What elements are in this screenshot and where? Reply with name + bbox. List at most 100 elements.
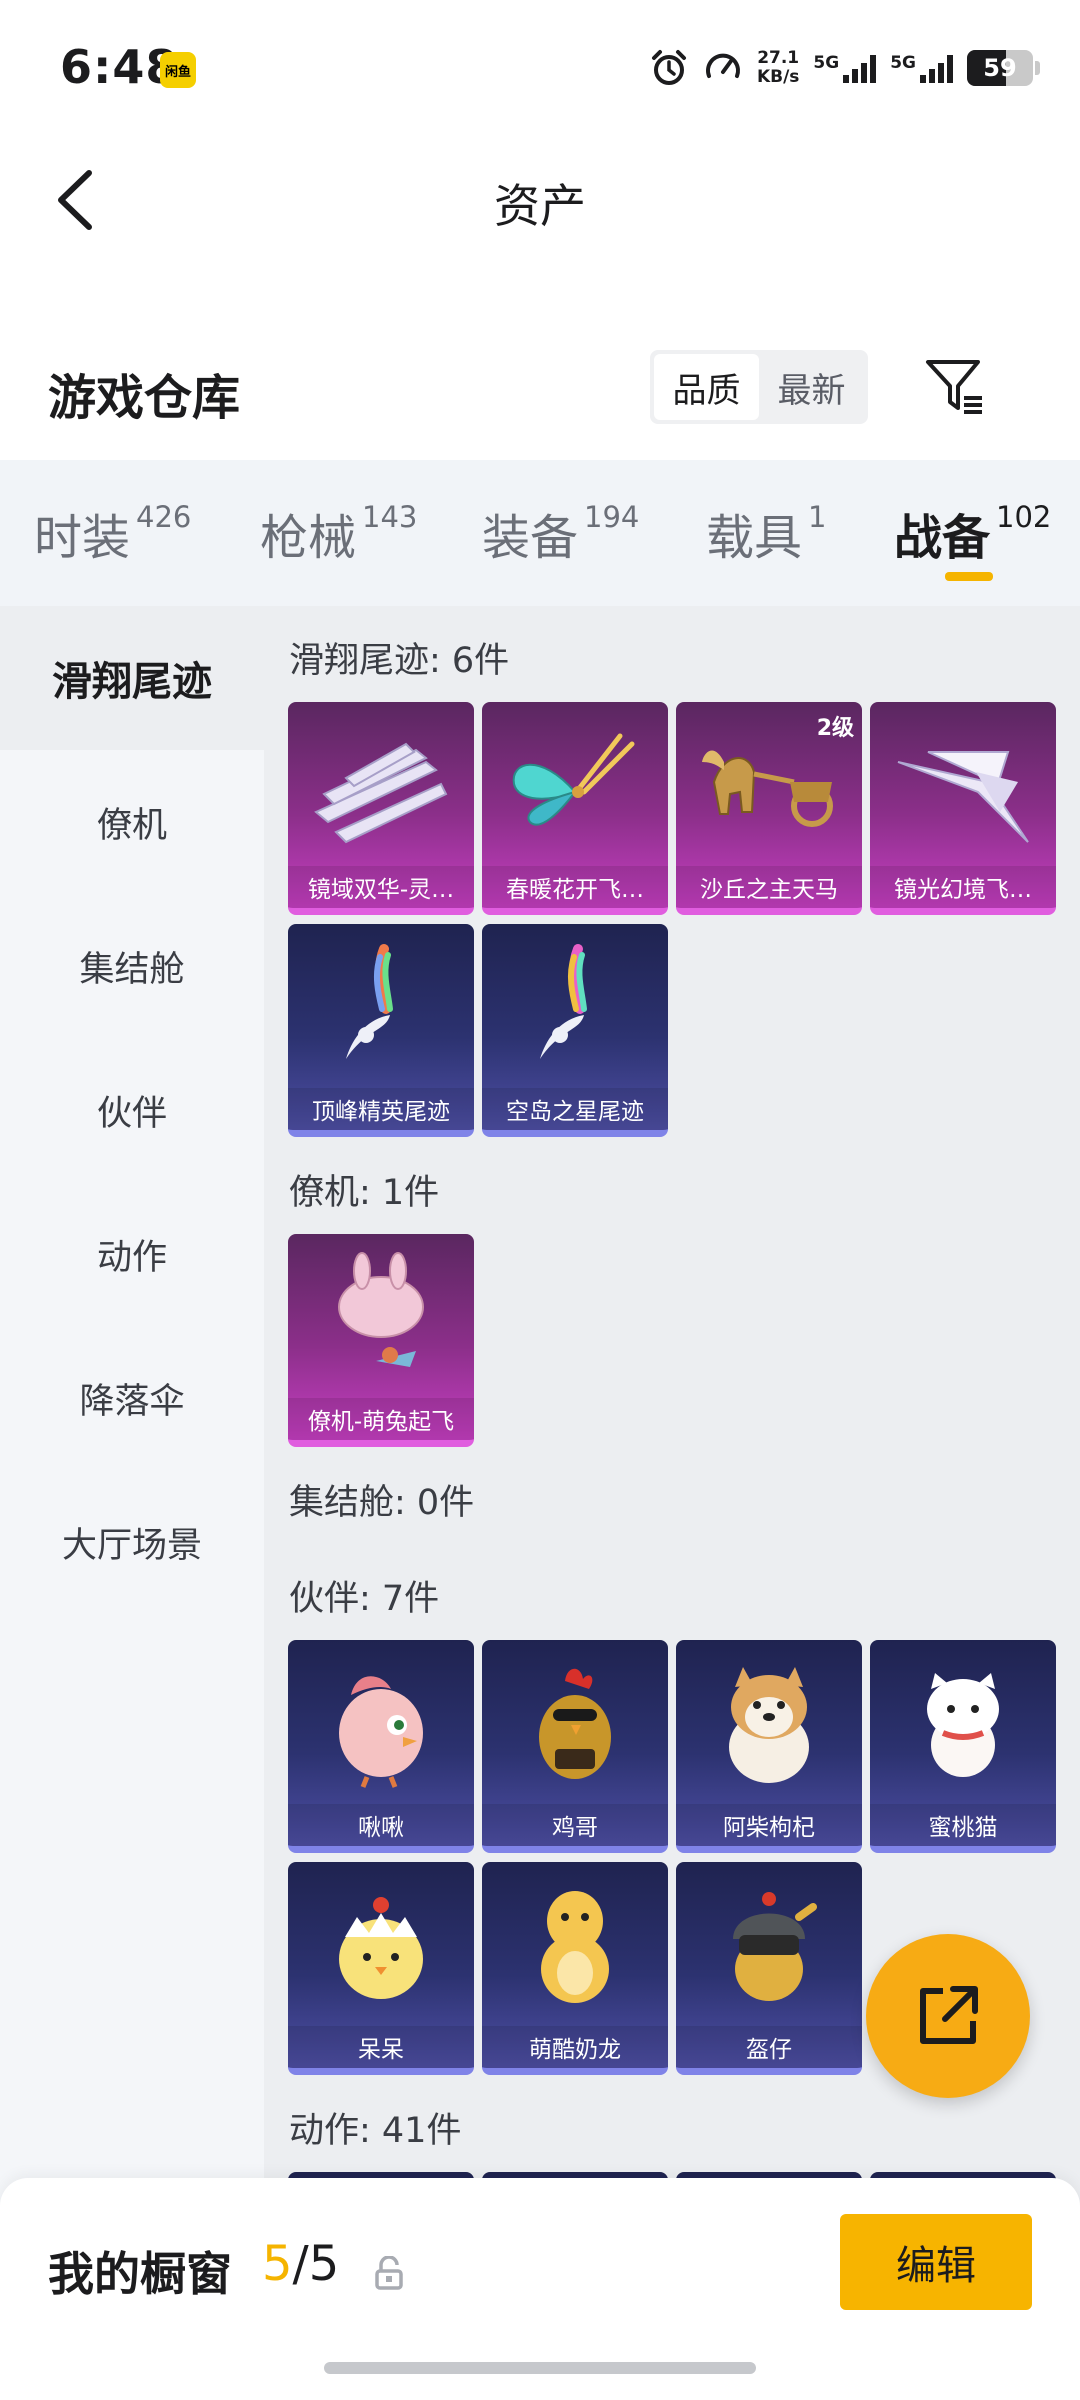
showcase-current: 5 bbox=[262, 2236, 293, 2292]
sort-by-quality[interactable]: 品质 bbox=[654, 354, 759, 420]
subcategory-sidebar: 滑翔尾迹 僚机 集结舱 伙伴 动作 降落伞 大厅场景 bbox=[0, 606, 264, 2400]
tab-label: 枪械 bbox=[260, 510, 357, 566]
tab-equipment[interactable]: 装备 194 bbox=[482, 498, 639, 568]
item-card[interactable]: 鸡哥 bbox=[482, 1640, 668, 1853]
showcase-separator: / bbox=[292, 2236, 309, 2292]
item-grid: 滑翔尾迹: 6件 镜域双华-灵… 春暖花开飞… 2级 沙丘之主天马 镜光幻境飞…… bbox=[264, 606, 1080, 2400]
alarm-icon bbox=[651, 50, 686, 85]
home-indicator[interactable] bbox=[324, 2362, 756, 2374]
sidebar-item-emote[interactable]: 动作 bbox=[0, 1182, 264, 1326]
filter-icon bbox=[926, 360, 982, 414]
tab-label: 装备 bbox=[482, 510, 579, 566]
showcase-total: 5 bbox=[308, 2236, 340, 2292]
item-card[interactable]: 盔仔 bbox=[676, 1862, 862, 2075]
rooster-icon bbox=[500, 1654, 650, 1796]
tab-weapons[interactable]: 枪械 143 bbox=[260, 498, 417, 568]
helmet-chick-icon bbox=[694, 1876, 844, 2018]
tab-count: 426 bbox=[136, 500, 192, 534]
section-title-wingman: 僚机: 1件 bbox=[289, 1173, 440, 1213]
item-name: 沙丘之主天马 bbox=[676, 866, 862, 908]
header: 资产 bbox=[0, 140, 1080, 260]
section-title-pod: 集结舱: 0件 bbox=[289, 1483, 475, 1523]
white-cat-icon bbox=[888, 1654, 1038, 1796]
tab-vehicles[interactable]: 载具 1 bbox=[706, 498, 826, 568]
bunny-plane-icon bbox=[306, 1248, 456, 1390]
item-name: 盔仔 bbox=[676, 2026, 862, 2068]
external-link-icon bbox=[920, 1986, 978, 2044]
rainbow-trail-icon bbox=[500, 938, 650, 1080]
item-name: 呆呆 bbox=[288, 2026, 474, 2068]
item-name: 鸡哥 bbox=[482, 1804, 668, 1846]
item-card[interactable]: 春暖花开飞… bbox=[482, 702, 668, 915]
signal-bars-icon bbox=[920, 53, 953, 83]
item-card[interactable]: 镜光幻境飞… bbox=[870, 702, 1056, 915]
sort-by-newest[interactable]: 最新 bbox=[759, 354, 864, 420]
section-title-companion: 伙伴: 7件 bbox=[289, 1579, 440, 1619]
showcase-count: 5/5 bbox=[262, 2236, 339, 2292]
item-name: 春暖花开飞… bbox=[482, 866, 668, 908]
tab-count: 102 bbox=[996, 500, 1052, 534]
battery-level: 59 bbox=[983, 54, 1017, 82]
section-title-glide: 滑翔尾迹: 6件 bbox=[289, 641, 510, 681]
item-card[interactable]: 呆呆 bbox=[288, 1862, 474, 2075]
sidebar-item-wingman[interactable]: 僚机 bbox=[0, 750, 264, 894]
signal-bars-icon bbox=[843, 53, 877, 83]
butterfly-wings-icon bbox=[500, 716, 650, 858]
sidebar-item-parachute[interactable]: 降落伞 bbox=[0, 1326, 264, 1470]
tab-count: 194 bbox=[584, 500, 640, 534]
signal-2: 5G bbox=[890, 53, 953, 83]
category-tabs: 时装 426 枪械 143 装备 194 载具 1 战备 102 bbox=[0, 460, 1080, 606]
tab-combat-gear[interactable]: 战备 102 bbox=[894, 498, 1051, 568]
status-icons: 27.1 KB/s 5G 5G 59 bbox=[649, 44, 1040, 92]
sidebar-item-glide-trail[interactable]: 滑翔尾迹 bbox=[0, 606, 264, 750]
page-title: 资产 bbox=[494, 179, 586, 233]
tab-label: 时装 bbox=[34, 510, 131, 566]
item-name: 蜜桃猫 bbox=[870, 1804, 1056, 1846]
item-name: 镜域双华-灵… bbox=[288, 866, 474, 908]
speed-value: 27.1 bbox=[757, 48, 800, 68]
item-card[interactable]: 顶峰精英尾迹 bbox=[288, 924, 474, 1137]
item-name: 啾啾 bbox=[288, 1804, 474, 1846]
item-card[interactable]: 啾啾 bbox=[288, 1640, 474, 1853]
speed-unit: KB/s bbox=[756, 67, 800, 87]
sidebar-item-assembly-pod[interactable]: 集结舱 bbox=[0, 894, 264, 1038]
item-card[interactable]: 蜜桃猫 bbox=[870, 1640, 1056, 1853]
active-tab-indicator bbox=[945, 572, 993, 581]
crystal-wing-icon bbox=[888, 716, 1038, 858]
crystal-shards-icon bbox=[306, 716, 456, 858]
tab-count: 143 bbox=[362, 500, 418, 534]
shiba-dog-icon bbox=[694, 1654, 844, 1796]
warehouse-title: 游戏仓库 bbox=[48, 370, 241, 426]
battery-icon: 59 bbox=[967, 50, 1033, 86]
pegasus-chariot-icon bbox=[694, 716, 844, 858]
item-card[interactable]: 僚机-萌兔起飞 bbox=[288, 1234, 474, 1447]
item-card[interactable]: 空岛之星尾迹 bbox=[482, 924, 668, 1137]
sidebar-item-lobby-scene[interactable]: 大厅场景 bbox=[0, 1470, 264, 1614]
item-card[interactable]: 2级 沙丘之主天马 bbox=[676, 702, 862, 915]
share-fab-button[interactable] bbox=[866, 1934, 1030, 2098]
tab-count: 1 bbox=[808, 500, 827, 534]
edit-button[interactable]: 编辑 bbox=[840, 2214, 1032, 2310]
pink-bird-icon bbox=[306, 1654, 456, 1796]
tab-label: 战备 bbox=[894, 510, 991, 566]
lock-icon bbox=[375, 2256, 403, 2290]
warehouse-header: 游戏仓库 品质 最新 bbox=[0, 320, 1080, 460]
xianyu-app-icon: 闲鱼 bbox=[160, 52, 196, 88]
item-card[interactable]: 阿柴枸杞 bbox=[676, 1640, 862, 1853]
speedometer-icon bbox=[705, 53, 740, 78]
section-title-emote: 动作: 41件 bbox=[289, 2111, 462, 2151]
net-type-1: 5G bbox=[813, 53, 840, 73]
yellow-dino-icon bbox=[500, 1876, 650, 2018]
item-card[interactable]: 萌酷奶龙 bbox=[482, 1862, 668, 2075]
item-card[interactable]: 镜域双华-灵… bbox=[288, 702, 474, 915]
tab-label: 载具 bbox=[706, 510, 803, 566]
item-name: 顶峰精英尾迹 bbox=[288, 1088, 474, 1130]
item-name: 萌酷奶龙 bbox=[482, 2026, 668, 2068]
item-name: 镜光幻境飞… bbox=[870, 866, 1056, 908]
tab-fashion[interactable]: 时装 426 bbox=[34, 498, 191, 568]
net-type-2: 5G bbox=[890, 53, 916, 73]
item-name: 阿柴枸杞 bbox=[676, 1804, 862, 1846]
filter-button[interactable] bbox=[920, 350, 990, 424]
yellow-chick-icon bbox=[306, 1876, 456, 2018]
sidebar-item-companion[interactable]: 伙伴 bbox=[0, 1038, 264, 1182]
